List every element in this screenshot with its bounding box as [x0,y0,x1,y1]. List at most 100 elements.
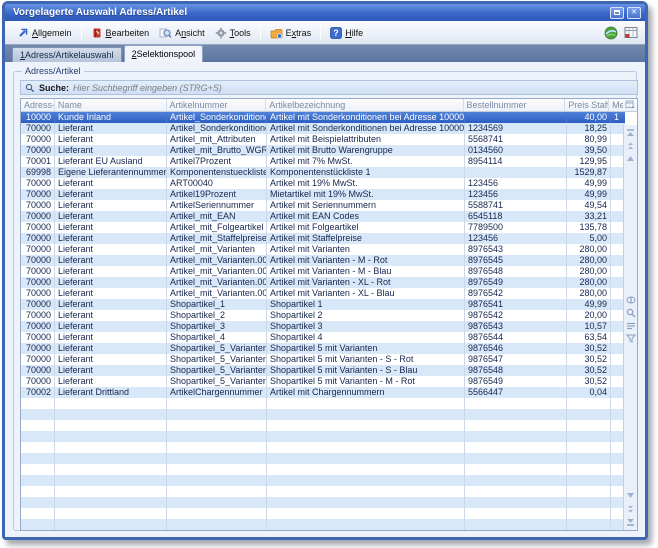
column-chooser-button[interactable] [623,99,637,111]
table-row[interactable]: 70000LieferantArtikel_mit_Brutto_WGRArti… [21,145,625,156]
table-row[interactable]: 70000LieferantArtikel19ProzentMietartike… [21,189,625,200]
maximize-button[interactable] [610,7,624,19]
table-row[interactable]: 70000LieferantShopartikel_5_VariantenSho… [21,343,625,354]
table-cell: Artikel mit 19% MwSt. [267,178,465,189]
table-row[interactable]: 70000LieferantShopartikel_5_Varianten.3S… [21,376,625,387]
table-cell: Lieferant [55,178,167,189]
table-row[interactable]: 70000LieferantArtikel_mit_VariantenArtik… [21,244,625,255]
table-row[interactable]: 70000LieferantArtikelSeriennummerArtikel… [21,200,625,211]
table-row[interactable]: 70000LieferantArtikel_mit_AttributenArti… [21,134,625,145]
table-row[interactable]: 70000LieferantShopartikel_4Shopartikel 4… [21,332,625,343]
table-cell: Artikel_mit_EAN [167,211,267,222]
columns-button[interactable] [626,321,636,330]
search-label: Suche: [39,83,69,93]
table-cell: 70000 [21,233,55,244]
table-cell [567,420,611,431]
scroll-up-button[interactable] [626,154,636,163]
table-row[interactable]: 70000LieferantArtikel_SonderkonditionenA… [21,123,625,134]
table-cell: Mietartikel mit 19% MwSt. [267,189,465,200]
column-header-preis-staffel-1[interactable]: Preis Staffel 1 [565,99,609,111]
table-cell [567,409,611,420]
table-cell [21,464,55,475]
record-position-button[interactable] [626,295,636,304]
table-row[interactable]: 70000LieferantShopartikel_2Shopartikel 2… [21,310,625,321]
table-row[interactable]: 70000LieferantArtikel_mit_EANArtikel mit… [21,211,625,222]
table-row[interactable]: 70000LieferantArtikel_mit_Varianten.005A… [21,277,625,288]
table-cell: 5568741 [465,134,567,145]
column-header-name[interactable]: Name [55,99,167,111]
menu-item-bearbeiten[interactable]: Bearbeiten [86,25,155,41]
close-button[interactable]: ✕ [627,7,641,19]
scroll-to-bottom-button[interactable] [626,517,636,526]
table-cell: 49,99 [567,178,611,189]
menu-item-hilfe[interactable]: ?Hilfe [325,25,368,41]
close-icon: ✕ [631,9,637,16]
table-cell: Shopartikel 5 mit Varianten [267,343,465,354]
table-cell [567,475,611,486]
table-cell [465,497,567,508]
table-cell [267,464,465,475]
search-grid-button[interactable] [626,308,636,317]
table-cell: 63,54 [567,332,611,343]
data-table-icon[interactable] [624,26,638,39]
tab-selektionspool[interactable]: 2 Selektionspool [124,45,204,62]
table-row[interactable]: 70000LieferantArtikel_mit_Varianten.004A… [21,266,625,277]
table-row[interactable]: 70000LieferantArtikel_mit_Varianten.006A… [21,288,625,299]
title-bar[interactable]: Vorgelagerte Auswahl Adress/Artikel ✕ [5,4,645,21]
table-row[interactable]: 69998Eigene Lieferantennummer-FirmaKompo… [21,167,625,178]
table-cell [55,409,167,420]
table-cell: Shopartikel 5 mit Varianten - M - Rot [267,376,465,387]
table-cell: Lieferant [55,244,167,255]
table-cell: 280,00 [567,277,611,288]
table-cell [21,475,55,486]
globe-icon[interactable] [604,26,618,40]
column-header-artikelbezeichnung[interactable]: Artikelbezeichnung [266,99,463,111]
table-row[interactable]: 10000Kunde InlandArtikel_Sonderkondition… [21,112,625,123]
table-cell: Shopartikel_2 [167,310,267,321]
scroll-down-button[interactable] [626,491,636,500]
menu-item-allgemein[interactable]: Allgemein [12,25,77,41]
scroll-to-top-button[interactable] [626,128,636,137]
table-cell: 8976548 [465,266,567,277]
table-cell: Lieferant [55,277,167,288]
column-header-bestellnummer[interactable]: Bestellnummer [464,99,566,111]
menu-item-ansicht[interactable]: Ansicht [154,25,210,41]
table-row[interactable]: 70000LieferantArtikel_mit_StaffelpreiseA… [21,233,625,244]
table-row[interactable]: 70000LieferantArtikel_mit_Varianten.003A… [21,255,625,266]
tab-adress-artikelauswahl[interactable]: 1 Adress/Artikelauswahl [12,47,122,62]
column-header-artikelnummer[interactable]: Artikelnummer [167,99,267,111]
table-cell: 1529,87 [567,167,611,178]
scroll-up-fast-button[interactable] [626,141,636,150]
menu-item-label: Bearbeiten [106,28,150,38]
table-row[interactable]: 70000LieferantShopartikel_1Shopartikel 1… [21,299,625,310]
table-cell: 123456 [465,178,567,189]
table-row[interactable]: 70002Lieferant DrittlandArtikelChargennu… [21,387,625,398]
table-cell: 49,99 [567,299,611,310]
grid-scroll-strip[interactable] [623,125,637,530]
table-cell: Artikel mit Staffelpreise [267,233,465,244]
menu-item-tools[interactable]: Tools [210,25,256,41]
table-cell [167,486,267,497]
table-row[interactable]: 70000LieferantArtikel_mit_FolgeartikelAr… [21,222,625,233]
table-cell [55,420,167,431]
scroll-down-fast-button[interactable] [626,504,636,513]
column-header-me[interactable]: Me [609,99,623,111]
groupbox-inner: Suche: Hier Suchbegriff eingeben (STRG+S… [20,80,630,525]
table-row[interactable]: 70000LieferantShopartikel_5_Varianten.1S… [21,354,625,365]
table-cell [567,519,611,530]
search-input[interactable]: Suche: Hier Suchbegriff eingeben (STRG+S… [20,80,638,95]
menu-item-extras[interactable]: Extras [265,25,317,41]
table-row[interactable]: 70001Lieferant EU AuslandArtikel7Prozent… [21,156,625,167]
svg-text:?: ? [333,28,339,38]
table-cell [465,508,567,519]
table-row[interactable]: 70000LieferantART00040Artikel mit 19% Mw… [21,178,625,189]
table-cell: Shopartikel_4 [167,332,267,343]
table-row[interactable]: 70000LieferantShopartikel_3Shopartikel 3… [21,321,625,332]
table-cell: 0134560 [465,145,567,156]
filter-button[interactable] [626,334,636,343]
table-cell [21,442,55,453]
table-row[interactable]: 70000LieferantShopartikel_5_Varianten.2S… [21,365,625,376]
table-cell: 70000 [21,343,55,354]
table-cell [465,420,567,431]
column-header-adress-nr[interactable]: Adress-Nr. [21,99,55,111]
